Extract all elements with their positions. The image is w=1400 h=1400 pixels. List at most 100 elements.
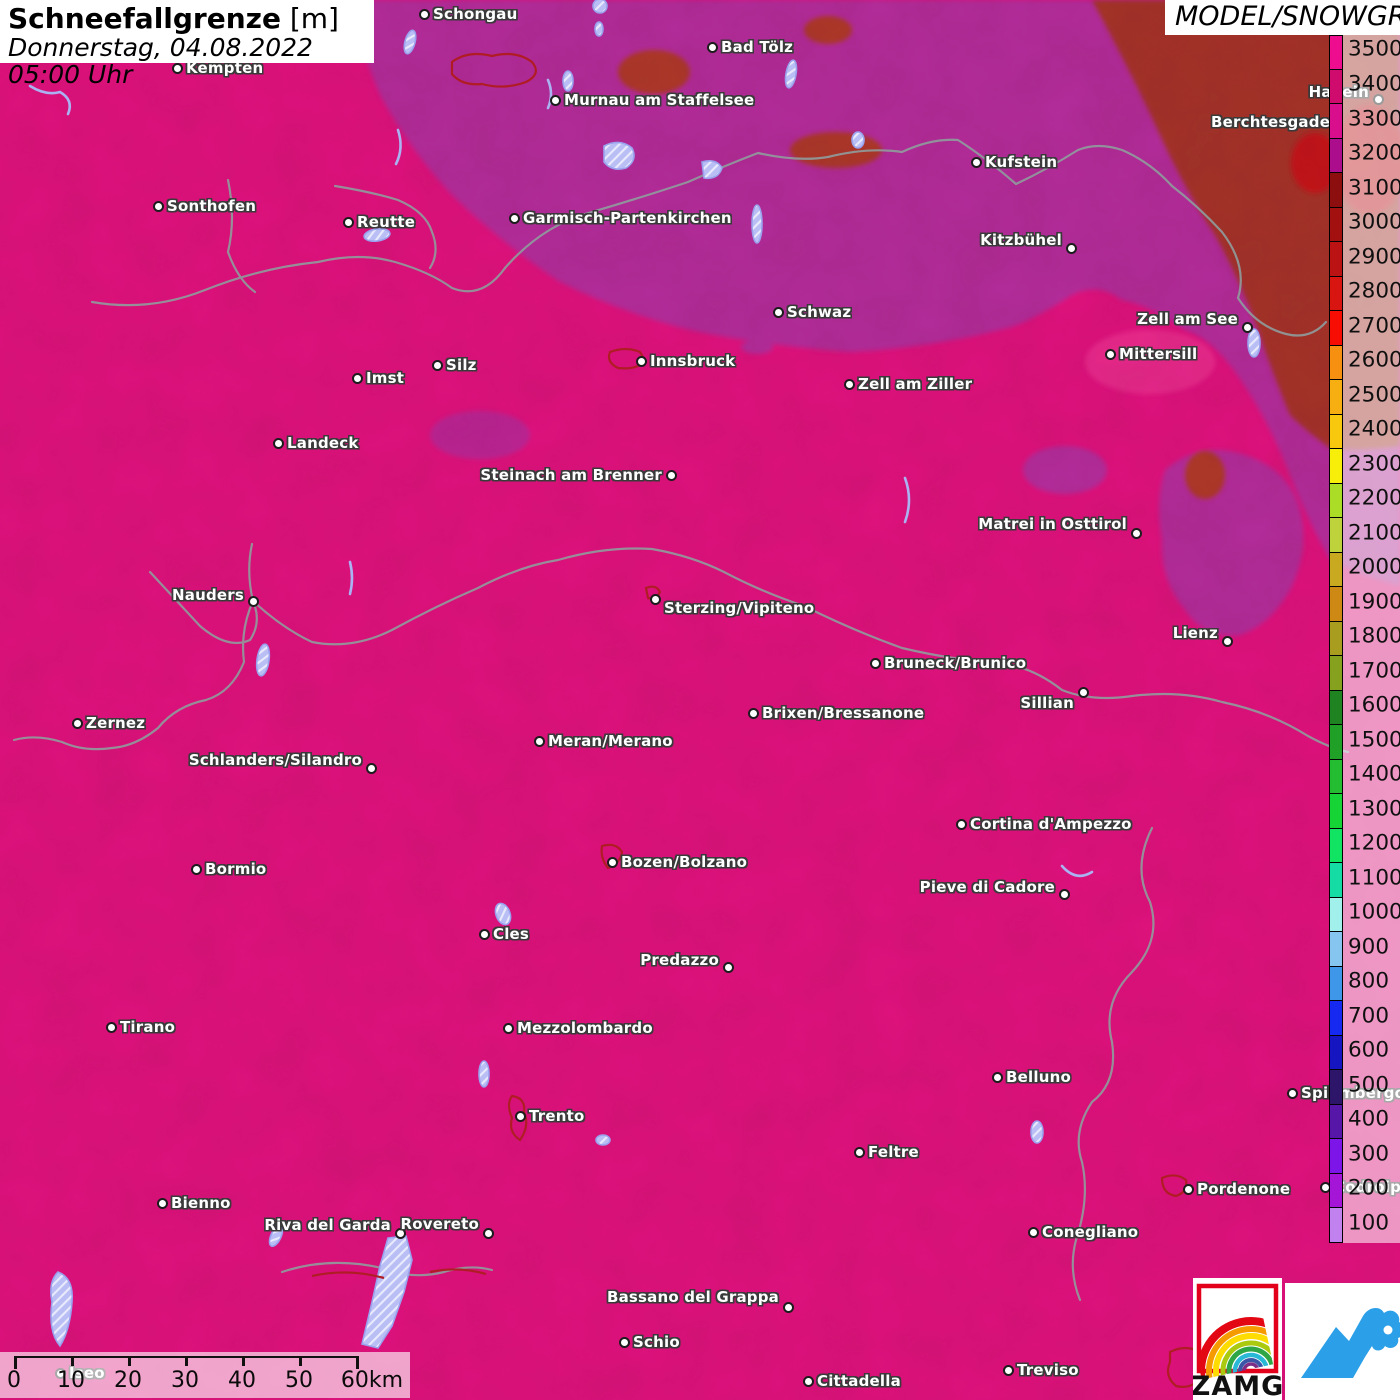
city-label: Steinach am Brenner [480,466,662,484]
city-dot [157,1198,168,1209]
colorbar-tick-label: 2600 [1348,347,1400,373]
city-label: Silz [446,356,477,374]
city-dot [619,1337,630,1348]
colorbar-tick-label: 1500 [1348,727,1400,753]
colorbar-cell [1329,172,1343,208]
colorbar-cell [1329,689,1343,726]
colorbar-cell [1329,482,1343,519]
colorbar-tick-label: 1600 [1348,692,1400,718]
colorbar-cell [1329,448,1343,484]
city-label: Lienz [1172,624,1218,642]
colorbar-cell [1329,724,1343,760]
colorbar-tick-label: 2400 [1348,416,1400,442]
colorbar-cell [1329,1069,1343,1105]
city-dot [723,962,734,973]
colorbar-tick-label: 3200 [1348,140,1400,166]
city-label: Bozen/Bolzano [621,853,748,871]
map-title-text: Schneefallgrenze [8,2,281,35]
colorbar-cell [1329,275,1343,312]
cities-layer: Schongau Bad Tölz Kempten Murnau am Staffel… [0,0,1400,1400]
colorbar-cell [1329,517,1343,553]
colorbar-cell [1329,206,1343,243]
colorbar-tick-label: 2900 [1348,244,1400,270]
city-label: Reutte [357,213,416,231]
city-dot [72,718,83,729]
scalebar-number: 30 [171,1368,199,1393]
colorbar-cell [1329,68,1343,104]
city-label: Feltre [868,1143,919,1161]
colorbar-cell [1329,1172,1343,1209]
city-label: Bruneck/Brunico [884,654,1027,672]
zamg-rainbow-logo: ZAMG [1191,1283,1283,1400]
colorbar-tick-label: 2700 [1348,313,1400,339]
colorbar-cell [1329,103,1343,139]
colorbar-cell [1329,551,1343,588]
colorbar-cell [1329,586,1343,622]
city-dot [503,1023,514,1034]
city-dot [783,1302,794,1313]
colorbar-tick-label: 1700 [1348,658,1400,684]
city-dot [992,1072,1003,1083]
city-dot [483,1228,494,1239]
city-dot [1287,1088,1298,1099]
map-title: Schneefallgrenze [m] [8,3,374,34]
city-dot [191,864,202,875]
city-label: Tirano [120,1018,176,1036]
colorbar-tick-label: 3300 [1348,106,1400,132]
city-label: Innsbruck [650,352,736,370]
city-dot [636,356,647,367]
city-label: Zell am Ziller [858,375,973,393]
colorbar-cell [1329,896,1343,933]
city-label: Schongau [433,5,518,23]
city-label: Zernez [86,714,146,732]
colorbar-cell [1329,1138,1343,1174]
city-dot [1242,322,1253,333]
colorbar-tick-label: 1400 [1348,761,1400,787]
scalebar-number: 10 [57,1368,85,1393]
city-label: Schlanders/Silandro [188,751,362,769]
scalebar-number: 40 [228,1368,256,1393]
city-label: Pieve di Cadore [919,878,1055,896]
weather-map-page: Schongau Bad Tölz Kempten Murnau am Staffel… [0,0,1400,1400]
model-label: MODEL/SNOWGRiD [1175,1,1400,32]
city-dot [748,708,759,719]
scalebar-number: 60km [340,1368,404,1393]
colorbar-cell [1329,413,1343,450]
scalebar-tick [299,1356,302,1366]
colorbar-tick-label: 1100 [1348,865,1400,891]
colorbar-tick-label: 200 [1348,1175,1390,1201]
colorbar-tick-label: 2000 [1348,554,1400,580]
colorbar-tick-label: 3000 [1348,209,1400,235]
city-dot [366,763,377,774]
city-dot [666,470,677,481]
city-label: Treviso [1017,1361,1079,1379]
colorbar-cell [1329,931,1343,967]
colorbar-cell [1329,655,1343,691]
snow-mountain-icon [1301,1308,1400,1378]
city-dot [870,658,881,669]
city-dot [1028,1227,1039,1238]
city-label: Meran/Merano [548,732,673,750]
map-title-unit: [m] [289,2,339,35]
city-dot [419,9,430,20]
city-label: Matrei in Osttirol [978,515,1127,533]
city-label: Zell am See [1137,310,1238,328]
city-label: Schio [633,1333,680,1351]
colorbar-tick-label: 500 [1348,1072,1390,1098]
city-label: Mittersill [1119,345,1198,363]
colorbar-tick-label: 2300 [1348,451,1400,477]
colorbar-tick-label: 100 [1348,1210,1390,1236]
city-label: Sterzing/Vipiteno [664,599,815,617]
city-dot [1078,687,1089,698]
scalebar-number: 50 [285,1368,313,1393]
snowgrid-logo-box [1285,1283,1400,1400]
colorbar-tick-label: 400 [1348,1106,1390,1132]
city-label: Murnau am Staffelsee [564,91,755,109]
city-label: Cittadella [817,1372,901,1390]
colorbar-cell [1329,793,1343,829]
scalebar-tick [185,1356,188,1366]
city-label: Nauders [172,586,244,604]
colorbar-tick-label: 700 [1348,1003,1390,1029]
colorbar-cell [1329,1207,1343,1243]
city-label: Pordenone [1197,1180,1291,1198]
